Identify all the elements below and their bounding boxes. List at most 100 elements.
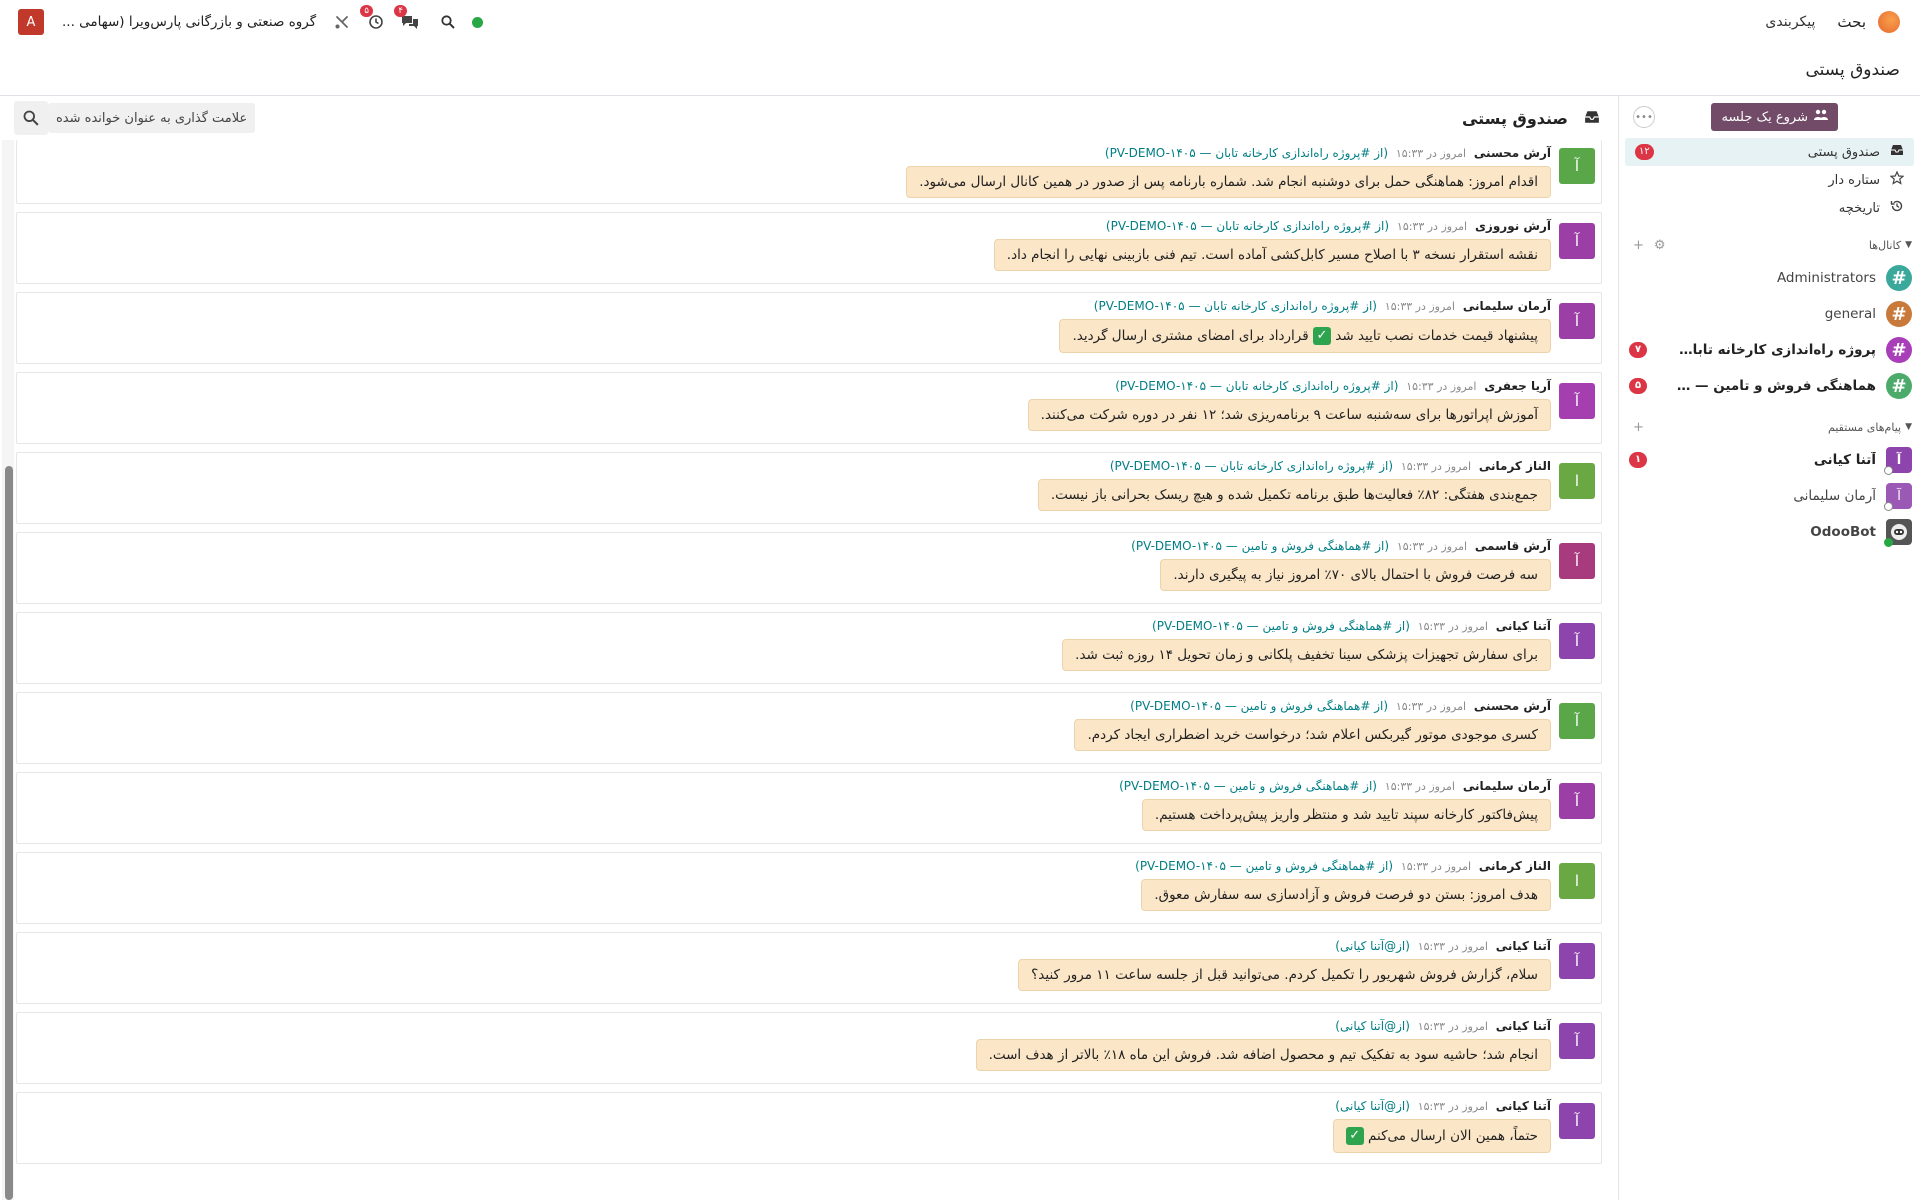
message-item[interactable]: آ آرمان سلیمانی امروز در ۱۵:۳۳ (از #هماه… [16,772,1602,844]
message-origin[interactable]: (از@آتنا کیانی) [1335,1019,1410,1033]
message-author[interactable]: آرش محسنی [1474,146,1551,160]
chevron-down-icon: ▼ [1905,240,1912,250]
message-origin[interactable]: (از #پروژه راه‌اندازی کارخانه تابان — PV… [1115,379,1398,393]
message-author[interactable]: آتنا کیانی [1496,1019,1551,1033]
message-origin[interactable]: (از #هماهنگی فروش و تامین — PV-DEMO-۱۴۰۵… [1135,859,1393,873]
sidebar-dm-atena[interactable]: آ آتنا کیانی ۱ [1619,442,1920,478]
message-header: آتنا کیانی امروز در ۱۵:۳۳ (از@آتنا کیانی… [1335,1019,1551,1033]
dm-name: آرمان سلیمانی [1793,488,1876,504]
avatar[interactable]: آ [1559,623,1595,659]
channel-name: Administrators [1776,270,1876,286]
message-item[interactable]: ا الناز کرمانی امروز در ۱۵:۳۳ (از #پروژه… [16,452,1602,524]
message-item[interactable]: ا الناز کرمانی امروز در ۱۵:۳۳ (از #هماهن… [16,852,1602,924]
message-origin[interactable]: (از #پروژه راه‌اندازی کارخانه تابان — PV… [1094,299,1377,313]
inbox-badge: ۱۲ [1635,144,1654,160]
message-item[interactable]: آ آرش نوروزی امروز در ۱۵:۳۳ (از #پروژه ر… [16,212,1602,284]
message-time: امروز در ۱۵:۳۳ [1417,1100,1488,1113]
message-author[interactable]: آرش محسنی [1474,699,1551,713]
message-body: برای سفارش تجهیزات پزشکی سینا تخفیف پلکا… [1062,639,1551,671]
message-author[interactable]: الناز کرمانی [1479,459,1551,473]
avatar[interactable]: آ [1559,148,1595,184]
avatar[interactable]: آ [1559,383,1595,419]
menu-configuration[interactable]: پیکربندی [1765,14,1815,30]
start-meeting-button[interactable]: شروع یک جلسه [1711,103,1838,131]
message-author[interactable]: آرمان سلیمانی [1463,299,1551,313]
avatar[interactable]: آ [1559,703,1595,739]
message-origin[interactable]: (از #پروژه راه‌اندازی کارخانه تابان — PV… [1110,459,1393,473]
app-name[interactable]: بحث [1837,13,1866,31]
history-icon [1888,199,1906,217]
message-author[interactable]: آتنا کیانی [1496,939,1551,953]
message-origin[interactable]: (از@آتنا کیانی) [1335,1099,1410,1113]
app-logo-icon[interactable] [1878,11,1900,33]
breadcrumb: صندوق پستی [1805,59,1901,80]
sidebar-dm-arman[interactable]: آ آرمان سلیمانی [1619,478,1920,514]
avatar[interactable]: آ [1559,1103,1595,1139]
debug-tools-icon[interactable] [332,12,352,32]
message-item[interactable]: آ آرش قاسمی امروز در ۱۵:۳۳ (از #هماهنگی … [16,532,1602,604]
avatar[interactable]: آ [1559,1023,1595,1059]
avatar[interactable]: آ [1559,303,1595,339]
message-origin[interactable]: (از #هماهنگی فروش و تامین — PV-DEMO-۱۴۰۵… [1130,699,1388,713]
sidebar-channel-administrators[interactable]: # Administrators [1619,260,1920,296]
sidebar-item-inbox[interactable]: صندوق پستی ۱۲ [1625,138,1914,166]
dm-name: OdooBot [1810,524,1876,540]
message-item[interactable]: آ آتنا کیانی امروز در ۱۵:۳۳ (از #هماهنگی… [16,612,1602,684]
direct-messages-category[interactable]: ▼ پیام‌های مستقیم + [1619,412,1920,442]
channel-hash-icon: # [1886,373,1912,399]
messaging-chat-icon[interactable]: ۴ [394,5,420,32]
discuss-sidebar: شروع یک جلسه ••• صندوق پستی ۱۲ ستاره دار… [1618,96,1920,1200]
message-author[interactable]: آرش قاسمی [1475,539,1551,553]
sidebar-channel-general[interactable]: # general [1619,296,1920,332]
scrollbar-thumb[interactable] [5,466,13,1200]
message-author[interactable]: الناز کرمانی [1479,859,1551,873]
message-item[interactable]: آ آرش محسنی امروز در ۱۵:۳۳ (از #هماهنگی … [16,692,1602,764]
avatar[interactable]: آ [1559,223,1595,259]
company-switcher[interactable]: گروه صنعتی و بازرگانی پارس‌ویرا (سهامی .… [62,14,316,30]
sidebar-channel-taban[interactable]: # پروژه راه‌اندازی کارخانه تابان — ... ۷ [1619,332,1920,368]
more-options-icon[interactable]: ••• [1633,106,1655,128]
message-origin[interactable]: (از #پروژه راه‌اندازی کارخانه تابان — PV… [1105,146,1388,160]
message-item[interactable]: آ آرش محسنی امروز در ۱۵:۳۳ (از #پروژه را… [16,140,1602,204]
channel-settings-icon[interactable]: ⚙ [1654,238,1666,253]
message-origin[interactable]: (از #هماهنگی فروش و تامین — PV-DEMO-۱۴۰۵… [1119,779,1377,793]
message-item[interactable]: آ آتنا کیانی امروز در ۱۵:۳۳ (از@آتنا کیا… [16,1012,1602,1084]
sidebar-item-history[interactable]: تاریخچه [1619,194,1920,222]
channels-category[interactable]: ▼ کانال‌ها ⚙ + [1619,230,1920,260]
offline-status-icon [1884,502,1893,511]
message-author[interactable]: آرمان سلیمانی [1463,779,1551,793]
presence-online-icon [472,16,484,28]
message-header: آرش قاسمی امروز در ۱۵:۳۳ (از #هماهنگی فر… [1131,539,1551,553]
avatar[interactable]: آ [1559,783,1595,819]
message-origin[interactable]: (از #هماهنگی فروش و تامین — PV-DEMO-۱۴۰۵… [1131,539,1389,553]
message-author[interactable]: آتنا کیانی [1496,619,1551,633]
avatar[interactable]: آ [1559,943,1595,979]
avatar[interactable]: آ [1559,543,1595,579]
message-item[interactable]: آ آتنا کیانی امروز در ۱۵:۳۳ (از@آتنا کیا… [16,1092,1602,1164]
message-item[interactable]: آ آتنا کیانی امروز در ۱۵:۳۳ (از@آتنا کیا… [16,932,1602,1004]
avatar[interactable]: ا [1559,463,1595,499]
message-origin[interactable]: (از@آتنا کیانی) [1335,939,1410,953]
avatar[interactable]: ا [1559,863,1595,899]
thread-search-button[interactable] [14,101,48,135]
search-icon[interactable] [438,12,458,32]
add-channel-icon[interactable]: + [1633,238,1644,253]
message-item[interactable]: آ آرمان سلیمانی امروز در ۱۵:۳۳ (از #پروژ… [16,292,1602,364]
message-item[interactable]: آ آریا جعفری امروز در ۱۵:۳۳ (از #پروژه ر… [16,372,1602,444]
mark-all-read-button[interactable]: علامت گذاری به عنوان خوانده شده [48,103,256,133]
message-origin[interactable]: (از #پروژه راه‌اندازی کارخانه تابان — PV… [1106,219,1389,233]
add-chat-icon[interactable]: + [1633,420,1644,435]
sidebar-dm-odoobot[interactable]: OdooBot [1619,514,1920,550]
message-origin[interactable]: (از #هماهنگی فروش و تامین — PV-DEMO-۱۴۰۵… [1152,619,1410,633]
sidebar-channel-sales[interactable]: # هماهنگی فروش و تامین — ۰۵... ۵ [1619,368,1920,404]
message-author[interactable]: آتنا کیانی [1496,1099,1551,1113]
user-avatar[interactable]: A [18,9,44,35]
message-author[interactable]: آریا جعفری [1484,379,1551,393]
top-navbar: بحث پیکربندی A گروه صنعتی و بازرگانی پار… [0,0,1920,44]
sidebar-item-starred[interactable]: ستاره دار [1619,166,1920,194]
message-time: امروز در ۱۵:۳۳ [1400,860,1472,873]
message-author[interactable]: آرش نوروزی [1475,219,1551,233]
activity-clock-icon[interactable]: ۵ [360,5,386,32]
sidebar-item-label: صندوق پستی [1807,144,1880,160]
message-time: امروز در ۱۵:۳۳ [1396,540,1468,553]
